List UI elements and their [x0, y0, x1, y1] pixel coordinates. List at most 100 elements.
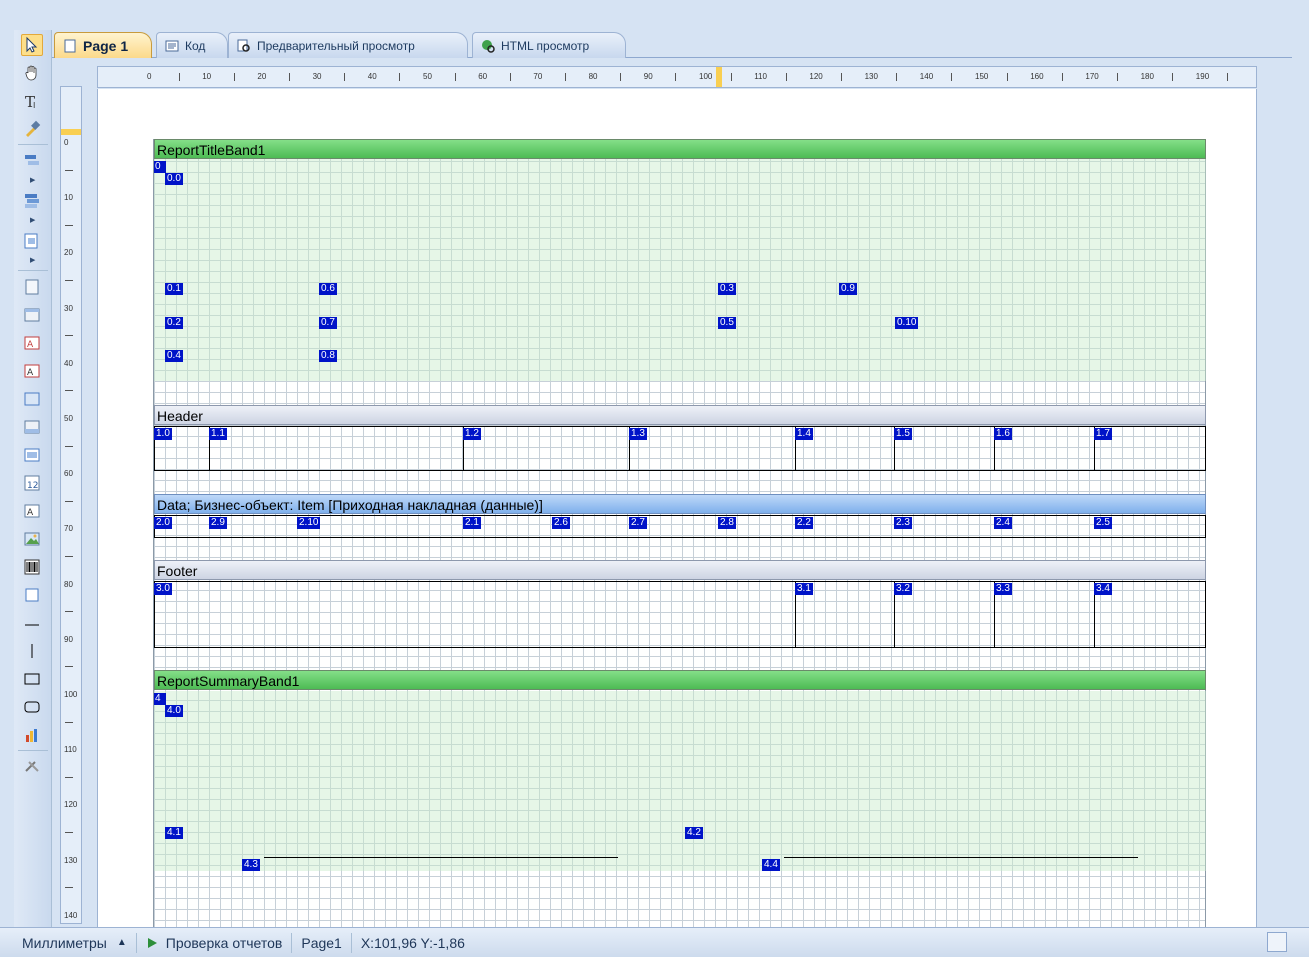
- rich-text-icon[interactable]: A: [21, 360, 43, 382]
- chevron-down-icon[interactable]: ▶: [30, 256, 35, 264]
- horizontal-line-icon[interactable]: [21, 614, 43, 636]
- text-tool-icon[interactable]: TI: [21, 90, 43, 112]
- barcode-icon[interactable]: [21, 556, 43, 578]
- header-band[interactable]: Header: [154, 405, 1206, 425]
- panel-icon[interactable]: [21, 304, 43, 326]
- chart-icon[interactable]: [21, 724, 43, 746]
- object-label[interactable]: 0.0: [165, 173, 183, 185]
- text-object-icon[interactable]: A: [21, 332, 43, 354]
- object-label[interactable]: 4: [154, 693, 166, 705]
- object-label[interactable]: 2.1: [463, 517, 481, 529]
- object-label[interactable]: 0.8: [319, 350, 337, 362]
- tab-html-preview[interactable]: HTML просмотр: [472, 32, 626, 58]
- container-icon[interactable]: [21, 388, 43, 410]
- object-label[interactable]: 2.0: [154, 517, 172, 529]
- hand-tool-icon[interactable]: [21, 62, 43, 84]
- footer-band[interactable]: Footer: [154, 560, 1206, 580]
- object-label[interactable]: 0.1: [165, 283, 183, 295]
- object-label[interactable]: 2.6: [552, 517, 570, 529]
- checkbox-icon[interactable]: [21, 584, 43, 606]
- pointer-tool-icon[interactable]: [21, 34, 43, 56]
- object-label[interactable]: 3.0: [154, 583, 172, 595]
- object-label[interactable]: 2.3: [894, 517, 912, 529]
- object-label[interactable]: 1.3: [629, 428, 647, 440]
- cross-table-icon[interactable]: 12: [21, 472, 43, 494]
- view-mode-icon[interactable]: [1267, 932, 1287, 952]
- shape-box-icon[interactable]: [21, 416, 43, 438]
- object-label[interactable]: 2.5: [1094, 517, 1112, 529]
- ruler-tick-label: 60: [64, 469, 73, 479]
- picture-icon[interactable]: [21, 528, 43, 550]
- ruler-tick: [233, 73, 235, 81]
- object-label[interactable]: 3.4: [1094, 583, 1112, 595]
- band-group-icon[interactable]: [21, 190, 43, 212]
- object-label[interactable]: 3.3: [994, 583, 1012, 595]
- page-icon[interactable]: [21, 276, 43, 298]
- object-label[interactable]: 3.1: [795, 583, 813, 595]
- report-summary-band[interactable]: ReportSummaryBand1: [154, 670, 1206, 690]
- tools-icon[interactable]: [21, 754, 43, 776]
- edit-field-icon[interactable]: A: [21, 500, 43, 522]
- object-label[interactable]: 2.9: [209, 517, 227, 529]
- tab-page-1[interactable]: Page 1: [54, 32, 152, 58]
- object-label[interactable]: 1.1: [209, 428, 227, 440]
- object-label[interactable]: 4.2: [685, 827, 703, 839]
- report-title-band[interactable]: ReportTitleBand1: [154, 139, 1206, 159]
- rectangle-icon[interactable]: [21, 668, 43, 690]
- code-icon: [165, 40, 179, 51]
- object-label[interactable]: 1.0: [154, 428, 172, 440]
- chevron-up-icon[interactable]: ▲: [117, 937, 127, 948]
- format-painter-icon[interactable]: [21, 118, 43, 140]
- object-label[interactable]: 0.7: [319, 317, 337, 329]
- data-band[interactable]: Data; Бизнес-объект: Item [Приходная нак…: [154, 494, 1206, 514]
- rounded-rectangle-icon[interactable]: [21, 696, 43, 718]
- ruler-tick: [675, 73, 677, 81]
- vertical-scroll-area[interactable]: [1257, 86, 1291, 927]
- object-label[interactable]: 0.9: [839, 283, 857, 295]
- ruler-tick-label: 110: [64, 745, 77, 755]
- toolbox: TI ▶ ▶ ▶ A A 12 A: [14, 30, 52, 927]
- object-label[interactable]: 0.4: [165, 350, 183, 362]
- object-label[interactable]: 4.4: [762, 859, 780, 871]
- object-label[interactable]: 2.10: [297, 517, 321, 529]
- page-icon: [64, 39, 76, 52]
- object-label[interactable]: 4.0: [165, 705, 183, 717]
- vertical-line-icon[interactable]: [21, 640, 43, 662]
- report-check-button[interactable]: Проверка отчетов: [137, 932, 293, 953]
- object-label[interactable]: 2.7: [629, 517, 647, 529]
- object-label[interactable]: 0.2: [165, 317, 183, 329]
- units-label: Миллиметры: [22, 934, 107, 951]
- chevron-down-icon[interactable]: ▶: [30, 216, 35, 224]
- design-canvas[interactable]: ReportTitleBand1 0 0.0 0.1 0.6 0.3 0.9 0…: [97, 89, 1257, 927]
- tab-code[interactable]: Код: [156, 32, 228, 58]
- subreport-icon[interactable]: [21, 230, 43, 252]
- tab-preview[interactable]: Предварительный просмотр: [228, 32, 468, 58]
- units-selector[interactable]: Миллиметры ▲: [0, 932, 137, 953]
- band-add-icon[interactable]: [21, 150, 43, 172]
- object-label[interactable]: 1.4: [795, 428, 813, 440]
- ruler-tick-label: 0: [64, 138, 69, 147]
- ruler-tick: [620, 73, 622, 81]
- tab-label: Код: [185, 38, 206, 53]
- object-label[interactable]: 1.6: [994, 428, 1012, 440]
- object-label[interactable]: 4.1: [165, 827, 183, 839]
- object-label[interactable]: 1.7: [1094, 428, 1112, 440]
- object-label[interactable]: 0.3: [718, 283, 736, 295]
- band-title-label: Footer: [157, 563, 198, 579]
- object-label[interactable]: 0: [154, 161, 166, 173]
- object-label[interactable]: 1.5: [894, 428, 912, 440]
- object-label[interactable]: 2.2: [795, 517, 813, 529]
- chevron-down-icon[interactable]: ▶: [30, 176, 35, 184]
- object-label[interactable]: 1.2: [463, 428, 481, 440]
- object-label[interactable]: 0.6: [319, 283, 337, 295]
- object-label[interactable]: 2.8: [718, 517, 736, 529]
- report-page[interactable]: ReportTitleBand1 0 0.0 0.1 0.6 0.3 0.9 0…: [153, 139, 1206, 927]
- object-label[interactable]: 4.3: [242, 859, 260, 871]
- table-icon[interactable]: [21, 444, 43, 466]
- object-label[interactable]: 3.2: [894, 583, 912, 595]
- object-label[interactable]: 0.5: [718, 317, 736, 329]
- object-label[interactable]: 2.4: [994, 517, 1012, 529]
- page-indicator: Page1: [292, 932, 352, 953]
- object-label[interactable]: 0.10: [895, 317, 919, 329]
- ruler-tick-label: 130: [864, 72, 878, 81]
